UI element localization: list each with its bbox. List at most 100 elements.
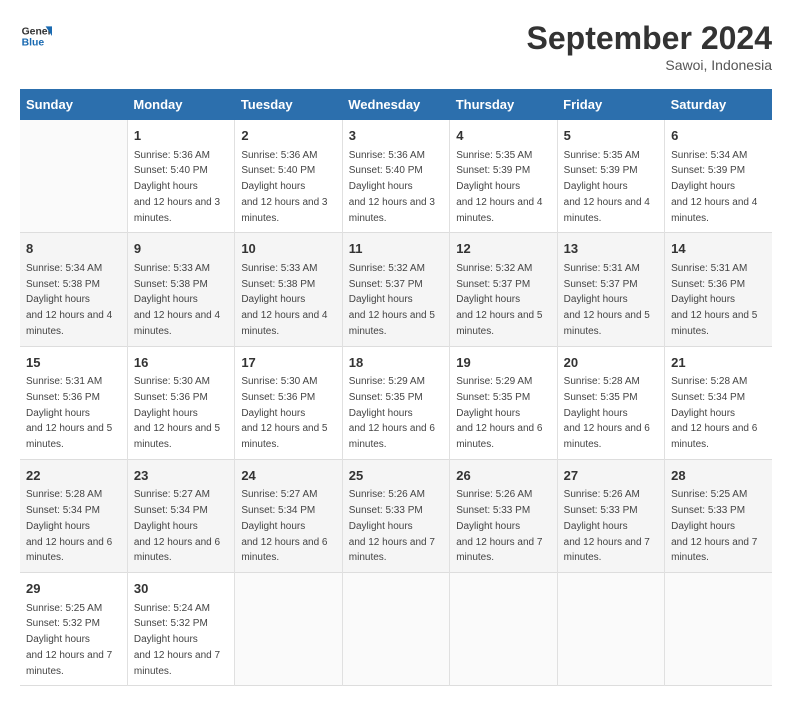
cell-content: Sunrise: 5:36 AMSunset: 5:40 PMDaylight … (349, 150, 435, 224)
calendar-cell (20, 120, 127, 233)
cell-content: Sunrise: 5:32 AMSunset: 5:37 PMDaylight … (456, 263, 542, 337)
day-number: 15 (26, 353, 121, 373)
cell-content: Sunrise: 5:36 AMSunset: 5:40 PMDaylight … (241, 150, 327, 224)
header-sunday: Sunday (20, 89, 127, 120)
calendar-cell: 13 Sunrise: 5:31 AMSunset: 5:37 PMDayligh… (557, 233, 664, 346)
calendar-cell (665, 573, 772, 686)
calendar-cell: 3 Sunrise: 5:36 AMSunset: 5:40 PMDaylight… (342, 120, 449, 233)
calendar-table: Sunday Monday Tuesday Wednesday Thursday… (20, 89, 772, 686)
day-number: 6 (671, 126, 766, 146)
cell-content: Sunrise: 5:34 AMSunset: 5:39 PMDaylight … (671, 150, 757, 224)
calendar-cell: 6 Sunrise: 5:34 AMSunset: 5:39 PMDaylight… (665, 120, 772, 233)
header-friday: Friday (557, 89, 664, 120)
calendar-week-3: 22 Sunrise: 5:28 AMSunset: 5:34 PMDayligh… (20, 459, 772, 572)
calendar-cell: 27Sunrise: 5:26 AMSunset: 5:33 PMDayligh… (557, 459, 664, 572)
location: Sawoi, Indonesia (527, 57, 772, 73)
calendar-cell (342, 573, 449, 686)
cell-content: Sunrise: 5:28 AMSunset: 5:34 PMDaylight … (671, 376, 757, 450)
calendar-week-0: 1 Sunrise: 5:36 AMSunset: 5:40 PMDaylight… (20, 120, 772, 233)
logo: General Blue (20, 20, 52, 52)
cell-content: Sunrise: 5:32 AMSunset: 5:37 PMDaylight … (349, 263, 435, 337)
cell-content: Sunrise: 5:29 AMSunset: 5:35 PMDaylight … (456, 376, 542, 450)
header-tuesday: Tuesday (235, 89, 342, 120)
calendar-cell: 28 Sunrise: 5:25 AMSunset: 5:33 PMDayligh… (665, 459, 772, 572)
day-number: 17 (241, 353, 335, 373)
calendar-cell: 30 Sunrise: 5:24 AMSunset: 5:32 PMDayligh… (127, 573, 234, 686)
calendar-week-2: 15 Sunrise: 5:31 AMSunset: 5:36 PMDayligh… (20, 346, 772, 459)
header-monday: Monday (127, 89, 234, 120)
day-number: 13 (564, 239, 658, 259)
day-number: 2 (241, 126, 335, 146)
calendar-cell (235, 573, 342, 686)
calendar-cell: 17 Sunrise: 5:30 AMSunset: 5:36 PMDayligh… (235, 346, 342, 459)
day-number: 12 (456, 239, 550, 259)
calendar-cell: 15 Sunrise: 5:31 AMSunset: 5:36 PMDayligh… (20, 346, 127, 459)
cell-content: Sunrise: 5:25 AMSunset: 5:32 PMDaylight … (26, 603, 112, 677)
calendar-cell: 22 Sunrise: 5:28 AMSunset: 5:34 PMDayligh… (20, 459, 127, 572)
cell-content: Sunrise: 5:27 AMSunset: 5:34 PMDaylight … (134, 489, 220, 563)
day-number: 23 (134, 466, 228, 486)
cell-content: Sunrise: 5:29 AMSunset: 5:35 PMDaylight … (349, 376, 435, 450)
calendar-cell: 24 Sunrise: 5:27 AMSunset: 5:34 PMDayligh… (235, 459, 342, 572)
day-number: 26 (456, 466, 550, 486)
calendar-cell (450, 573, 557, 686)
cell-content: Sunrise: 5:25 AMSunset: 5:33 PMDaylight … (671, 489, 757, 563)
header-thursday: Thursday (450, 89, 557, 120)
day-number: 4 (456, 126, 550, 146)
cell-content: Sunrise: 5:24 AMSunset: 5:32 PMDaylight … (134, 603, 220, 677)
day-number: 30 (134, 579, 228, 599)
calendar-cell: 29Sunrise: 5:25 AMSunset: 5:32 PMDayligh… (20, 573, 127, 686)
day-number: 20 (564, 353, 658, 373)
calendar-cell: 4 Sunrise: 5:35 AMSunset: 5:39 PMDaylight… (450, 120, 557, 233)
day-number: 14 (671, 239, 766, 259)
calendar-cell: 9Sunrise: 5:33 AMSunset: 5:38 PMDaylight… (127, 233, 234, 346)
calendar-cell: 23 Sunrise: 5:27 AMSunset: 5:34 PMDayligh… (127, 459, 234, 572)
cell-content: Sunrise: 5:34 AMSunset: 5:38 PMDaylight … (26, 263, 112, 337)
cell-content: Sunrise: 5:27 AMSunset: 5:34 PMDaylight … (241, 489, 327, 563)
cell-content: Sunrise: 5:30 AMSunset: 5:36 PMDaylight … (241, 376, 327, 450)
day-number: 3 (349, 126, 443, 146)
day-number: 28 (671, 466, 766, 486)
day-number: 16 (134, 353, 228, 373)
calendar-cell: 12 Sunrise: 5:32 AMSunset: 5:37 PMDayligh… (450, 233, 557, 346)
day-number: 25 (349, 466, 443, 486)
calendar-cell: 25Sunrise: 5:26 AMSunset: 5:33 PMDayligh… (342, 459, 449, 572)
calendar-week-4: 29Sunrise: 5:25 AMSunset: 5:32 PMDayligh… (20, 573, 772, 686)
day-number: 5 (564, 126, 658, 146)
calendar-week-1: 8 Sunrise: 5:34 AMSunset: 5:38 PMDaylight… (20, 233, 772, 346)
day-number: 18 (349, 353, 443, 373)
cell-content: Sunrise: 5:28 AMSunset: 5:34 PMDaylight … (26, 489, 112, 563)
calendar-cell: 8 Sunrise: 5:34 AMSunset: 5:38 PMDaylight… (20, 233, 127, 346)
day-number: 19 (456, 353, 550, 373)
day-number: 9 (134, 239, 228, 259)
header-saturday: Saturday (665, 89, 772, 120)
calendar-cell: 1Sunrise: 5:36 AMSunset: 5:40 PMDaylight… (127, 120, 234, 233)
days-header-row: Sunday Monday Tuesday Wednesday Thursday… (20, 89, 772, 120)
day-number: 27 (564, 466, 658, 486)
day-number: 10 (241, 239, 335, 259)
month-title: September 2024 (527, 20, 772, 57)
title-section: September 2024 Sawoi, Indonesia (527, 20, 772, 73)
day-number: 8 (26, 239, 121, 259)
day-number: 1 (134, 126, 228, 146)
cell-content: Sunrise: 5:31 AMSunset: 5:36 PMDaylight … (26, 376, 112, 450)
day-number: 22 (26, 466, 121, 486)
calendar-cell: 21 Sunrise: 5:28 AMSunset: 5:34 PMDayligh… (665, 346, 772, 459)
svg-text:Blue: Blue (22, 38, 45, 49)
cell-content: Sunrise: 5:26 AMSunset: 5:33 PMDaylight … (456, 489, 542, 563)
calendar-cell: 19 Sunrise: 5:29 AMSunset: 5:35 PMDayligh… (450, 346, 557, 459)
cell-content: Sunrise: 5:35 AMSunset: 5:39 PMDaylight … (456, 150, 542, 224)
calendar-cell: 18 Sunrise: 5:29 AMSunset: 5:35 PMDayligh… (342, 346, 449, 459)
cell-content: Sunrise: 5:30 AMSunset: 5:36 PMDaylight … (134, 376, 220, 450)
calendar-cell: 11 Sunrise: 5:32 AMSunset: 5:37 PMDayligh… (342, 233, 449, 346)
cell-content: Sunrise: 5:35 AMSunset: 5:39 PMDaylight … (564, 150, 650, 224)
day-number: 21 (671, 353, 766, 373)
calendar-cell (557, 573, 664, 686)
day-number: 24 (241, 466, 335, 486)
calendar-cell: 20Sunrise: 5:28 AMSunset: 5:35 PMDayligh… (557, 346, 664, 459)
calendar-cell: 26 Sunrise: 5:26 AMSunset: 5:33 PMDayligh… (450, 459, 557, 572)
header-wednesday: Wednesday (342, 89, 449, 120)
cell-content: Sunrise: 5:31 AMSunset: 5:37 PMDaylight … (564, 263, 650, 337)
page-header: General Blue September 2024 Sawoi, Indon… (20, 20, 772, 73)
day-number: 11 (349, 239, 443, 259)
